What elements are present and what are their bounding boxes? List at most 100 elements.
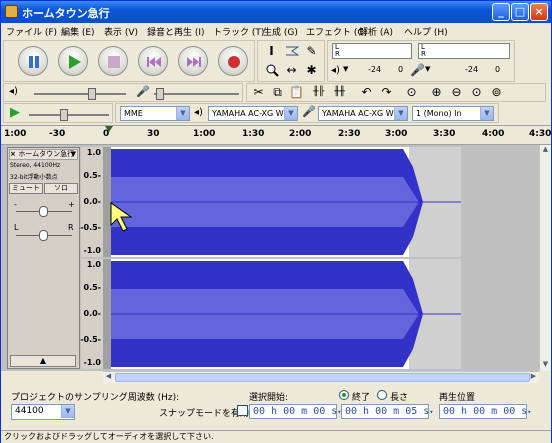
play-at-speed-toolbar: ▶ [3, 103, 113, 123]
menu-file[interactable]: ファイル (F) [6, 25, 57, 38]
ruler-label: 2:00 [289, 129, 312, 139]
collapse-track-icon[interactable]: ▲ [10, 355, 76, 367]
waveform-left-channel[interactable] [103, 147, 539, 257]
meter-menu-arrow-icon[interactable]: ▼ [343, 65, 348, 73]
ruler-label: 1:00 [193, 129, 216, 139]
meter-tick: 0 [398, 65, 404, 74]
scroll-up-icon[interactable]: ▲ [540, 145, 551, 156]
menu-generate[interactable]: 生成 (G) [263, 25, 298, 38]
stop-button[interactable] [98, 46, 128, 76]
length-radio[interactable] [377, 390, 387, 400]
silence-icon[interactable]: ╫╫ [330, 84, 349, 101]
menu-help[interactable]: ヘルプ (H) [404, 25, 448, 38]
skip-start-button[interactable] [138, 46, 168, 76]
record-meter[interactable]: L R [418, 43, 510, 59]
end-radio[interactable] [339, 390, 349, 400]
fit-selection-icon[interactable]: ⊙ [467, 84, 486, 101]
maximize-button[interactable]: □ [511, 3, 529, 21]
stop-icon [108, 56, 120, 68]
scroll-down-icon[interactable]: ▼ [540, 360, 551, 371]
pause-button[interactable] [18, 46, 48, 76]
vertical-scale-left[interactable]: 1.0 0.5- 0.0- -0.5- -1.0 [80, 147, 103, 257]
timeshift-tool-icon[interactable]: ↔ [282, 62, 301, 79]
sync-lock-icon[interactable]: ⊙ [402, 84, 421, 101]
record-button[interactable] [218, 46, 248, 76]
track-control-panel[interactable]: × ホームタウン急行 ▼ Stereo, 44100Hz 32-bit浮動小数点 … [7, 147, 80, 369]
draw-tool-icon[interactable]: ✎ [302, 43, 321, 60]
input-volume-slider[interactable] [154, 93, 239, 95]
selection-start-time[interactable]: 00 h 00 m 00 s▾ [249, 404, 342, 419]
undo-icon[interactable]: ↶ [357, 84, 376, 101]
minimize-button[interactable]: _ [492, 3, 510, 21]
fit-project-icon[interactable]: ⊚ [487, 84, 506, 101]
menu-tracks[interactable]: トラック (T) [213, 25, 264, 38]
play-at-speed-icon[interactable]: ▶ [10, 105, 20, 120]
speaker-meter-icon: ◂) [331, 65, 340, 76]
input-volume-thumb[interactable] [156, 88, 164, 100]
horizontal-scroll-thumb[interactable] [115, 373, 530, 382]
menu-view[interactable]: 表示 (V) [104, 25, 138, 38]
playback-device-select[interactable]: YAMAHA AC-XG WDI ▼ [208, 106, 298, 121]
channels-select[interactable]: 1 (Mono) In ▼ [412, 106, 494, 121]
cut-icon[interactable]: ✂ [249, 84, 268, 101]
selection-toolbar: プロジェクトのサンプリング周波数 (Hz): 44100 ▼ スナップモードを有効… [1, 385, 551, 430]
meter-tick: -24 [368, 65, 382, 74]
ruler-label: 30 [147, 129, 160, 139]
mic-meter-icon: 🎤 [410, 63, 425, 77]
ruler-label: 1:00 [4, 129, 27, 139]
waveform-left [103, 147, 539, 257]
timeline-ruler[interactable]: 1:00 -30 0 30 1:00 1:30 2:00 2:30 3:00 3… [1, 125, 551, 145]
playback-meter[interactable]: L R [332, 43, 412, 59]
track-area: × ホームタウン急行 ▼ Stereo, 44100Hz 32-bit浮動小数点 … [1, 145, 539, 371]
skip-start-icon [147, 57, 161, 67]
gain-minus-label: - [14, 200, 17, 209]
skip-end-button[interactable] [178, 46, 208, 76]
scroll-left-icon[interactable]: ◀ [103, 372, 114, 383]
volume-slider[interactable] [34, 93, 126, 95]
snap-checkbox[interactable] [237, 405, 248, 416]
mute-button[interactable]: ミュート [9, 183, 43, 194]
trim-icon[interactable]: ╫╟ [309, 84, 328, 101]
multi-tool-icon[interactable]: ✱ [302, 62, 321, 79]
title-bar[interactable]: ホームタウン急行 _ □ × [1, 1, 551, 23]
waveform-right-channel[interactable] [103, 259, 539, 369]
zoom-in-icon[interactable]: ⊕ [427, 84, 446, 101]
copy-icon[interactable]: ⧉ [268, 84, 287, 101]
menu-edit[interactable]: 編集 (E) [61, 25, 95, 38]
project-rate-select[interactable]: 44100 ▼ [11, 404, 75, 420]
selection-end-time[interactable]: 00 h 00 m 05 s▾ [341, 404, 434, 419]
pan-slider-thumb[interactable] [39, 230, 48, 241]
paste-icon[interactable]: 📋 [287, 84, 306, 101]
selection-tool-icon[interactable]: I [262, 43, 281, 60]
app-icon [5, 5, 18, 18]
pan-r-label: R [68, 223, 74, 232]
pan-l-label: L [14, 223, 19, 232]
ruler-label: 3:00 [385, 129, 408, 139]
mic-meter-arrow-icon[interactable]: ▼ [425, 65, 430, 73]
menu-bar: ファイル (F) 編集 (E) 表示 (V) 録音と再生 (I) トラック (T… [1, 23, 551, 39]
menu-transport[interactable]: 録音と再生 (I) [147, 25, 205, 38]
transport-toolbar [3, 40, 255, 82]
scroll-right-icon[interactable]: ▶ [528, 372, 539, 383]
recording-device-icon: 🎤 [302, 105, 316, 118]
gain-slider-thumb[interactable] [39, 206, 48, 217]
vertical-scale-right[interactable]: 1.0 0.5- 0.0- -0.5- -1.0 [80, 259, 103, 369]
menu-analyze[interactable]: 解析 (A) [359, 25, 393, 38]
track-name-button[interactable]: × ホームタウン急行 ▼ [9, 149, 78, 160]
redo-icon[interactable]: ↷ [377, 84, 396, 101]
zoom-out-icon[interactable]: ⊖ [447, 84, 466, 101]
horizontal-scrollbar[interactable]: ◀ ▶ [103, 371, 539, 383]
speed-slider[interactable] [29, 114, 109, 116]
speed-slider-thumb[interactable] [60, 109, 68, 121]
envelope-tool-icon[interactable] [282, 43, 301, 60]
audio-host-select[interactable]: MME ▼ [120, 106, 190, 121]
recording-device-select[interactable]: YAMAHA AC-XG WDI ▼ [318, 106, 408, 121]
solo-button[interactable]: ソロ [44, 183, 78, 194]
play-button[interactable] [58, 46, 88, 76]
audio-position-time[interactable]: 00 h 00 m 00 s▾ [439, 404, 532, 419]
volume-slider-thumb[interactable] [88, 88, 96, 100]
vertical-scrollbar[interactable]: ▲ ▼ [539, 145, 551, 371]
menu-effect[interactable]: エフェクト (C) [306, 25, 367, 38]
zoom-tool-icon[interactable] [262, 62, 281, 79]
close-button[interactable]: × [530, 3, 548, 21]
